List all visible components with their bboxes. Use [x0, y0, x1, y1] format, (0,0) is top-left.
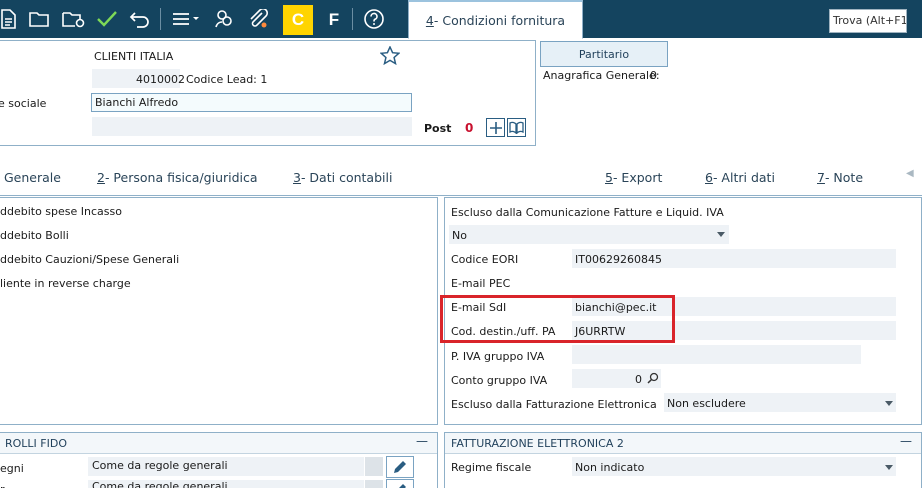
tab-label: - Export: [612, 169, 663, 185]
tab-number: 7: [817, 169, 825, 185]
tab-label: Generale: [4, 169, 61, 185]
check-icon[interactable]: [93, 5, 121, 33]
ragione-sociale-2-input[interactable]: [92, 117, 412, 136]
anagrafica-generale-label: Anagrafica Generale:: [543, 69, 660, 82]
tab-label: - Altri dati: [712, 169, 775, 185]
collapse-icon[interactable]: —: [900, 434, 912, 448]
chevron-down-icon[interactable]: [885, 401, 893, 406]
category-label: CLIENTI ITALIA: [94, 50, 174, 63]
piva-gruppo-input[interactable]: [572, 345, 861, 364]
ragione-sociale-label: e sociale: [0, 97, 47, 110]
fido-row2-cell: [365, 480, 383, 488]
add-post-button[interactable]: [486, 118, 505, 137]
highlight-box: [440, 295, 675, 343]
fido-row1-cell: [365, 457, 383, 476]
post-label: Post: [424, 122, 452, 135]
tab-label: - Note: [824, 169, 864, 185]
star-icon[interactable]: [379, 45, 401, 68]
fatturazione-panel-header: FATTURAZIONE ELETTRONICA 2: [445, 433, 921, 454]
escluso-comunicazione-value: No: [452, 229, 467, 242]
tab-number: 3: [293, 169, 301, 185]
tab-condizioni-fornitura[interactable]: 4 - Condizioni fornitura: [408, 0, 583, 39]
regime-fiscale-label: Regime fiscale: [451, 461, 532, 474]
tab-label: - Persona fisica/giuridica: [104, 169, 258, 185]
tab-note[interactable]: 7 - Note: [817, 158, 863, 196]
tab-generale[interactable]: Generale: [4, 158, 61, 196]
folder-open-icon[interactable]: [26, 5, 54, 33]
conto-gruppo-value: 0: [635, 373, 642, 386]
f-mode-icon[interactable]: F: [320, 5, 348, 35]
regime-fiscale-value: Non indicato: [575, 461, 645, 474]
fido-row1-value: Come da regole generali: [92, 459, 228, 472]
tab-label: - Dati contabili: [300, 169, 393, 185]
tab-altri-dati[interactable]: 6 - Altri dati: [705, 158, 775, 196]
c-mode-icon[interactable]: C: [283, 5, 313, 35]
escluso-fatturazione-value: Non escludere: [667, 397, 746, 410]
conto-gruppo-label: Conto gruppo IVA: [451, 374, 548, 387]
menu-icon[interactable]: [170, 5, 202, 33]
anagrafica-generale-value: 0: [650, 69, 657, 82]
fido-row2-value: Come da regole generali: [92, 480, 228, 488]
escluso-comunicazione-label: Escluso dalla Comunicazione Fatture e Li…: [451, 206, 724, 219]
tab-dati-contabili[interactable]: 3 - Dati contabili: [293, 158, 392, 196]
users-icon[interactable]: [210, 5, 238, 33]
toolbar-separator: [352, 8, 353, 30]
help-icon[interactable]: [360, 5, 388, 33]
chevron-down-icon[interactable]: [717, 232, 725, 237]
chevron-down-icon[interactable]: [885, 465, 893, 470]
escluso-comunicazione-select[interactable]: [449, 225, 729, 244]
undo-icon[interactable]: [126, 5, 154, 33]
search-input[interactable]: Trova (Alt+F1): [829, 9, 907, 33]
edit-button[interactable]: [386, 456, 414, 478]
document-icon[interactable]: [0, 5, 22, 33]
fido-panel-header: ROLLI FIDO: [0, 433, 437, 454]
tab-number: 4: [425, 12, 434, 28]
code-value: 4010002: [136, 73, 185, 86]
folder-gear-icon[interactable]: [60, 5, 88, 33]
fido-row2-label: r: [0, 483, 5, 488]
fido-panel-title: ROLLI FIDO: [5, 437, 67, 450]
edit-button[interactable]: [386, 479, 414, 488]
addebito-cauzioni-label: ddebito Cauzioni/Spese Generali: [0, 253, 180, 266]
tab-number: 6: [705, 169, 713, 185]
pec-label: E-mail PEC: [451, 277, 511, 290]
toolbar-separator: [160, 8, 161, 30]
eori-label: Codice EORI: [451, 253, 519, 266]
tab-export[interactable]: 5 - Export: [605, 158, 662, 196]
lead-label: Codice Lead: 1: [186, 73, 268, 86]
tab-label: - Condizioni fornitura: [433, 12, 566, 28]
piva-gruppo-label: P. IVA gruppo IVA: [451, 350, 545, 363]
escluso-fatturazione-label: Escluso dalla Fatturazione Elettronica: [451, 398, 657, 411]
fatturazione-panel-title: FATTURAZIONE ELETTRONICA 2: [451, 437, 624, 450]
search-icon[interactable]: [647, 372, 659, 387]
book-icon[interactable]: [507, 118, 526, 137]
tab-number: 2: [97, 169, 105, 185]
tab-number: 5: [605, 169, 613, 185]
tab-scroll-left-icon[interactable]: ◀: [906, 168, 914, 179]
tab-persona-fisica[interactable]: 2 - Persona fisica/giuridica: [97, 158, 258, 196]
ragione-sociale-input[interactable]: Bianchi Alfredo: [91, 93, 412, 112]
fido-row1-label: egni: [0, 462, 24, 475]
partitario-button[interactable]: Partitario: [540, 41, 668, 67]
eori-value: IT00629260845: [575, 253, 662, 266]
addebito-bolli-label: ddebito Bolli: [0, 229, 69, 242]
post-count: 0: [465, 121, 474, 135]
collapse-icon[interactable]: —: [416, 434, 428, 448]
attachment-icon[interactable]: [244, 5, 272, 33]
addebito-spese-incasso-label: ddebito spese Incasso: [0, 205, 122, 218]
reverse-charge-label: liente in reverse charge: [0, 277, 131, 290]
